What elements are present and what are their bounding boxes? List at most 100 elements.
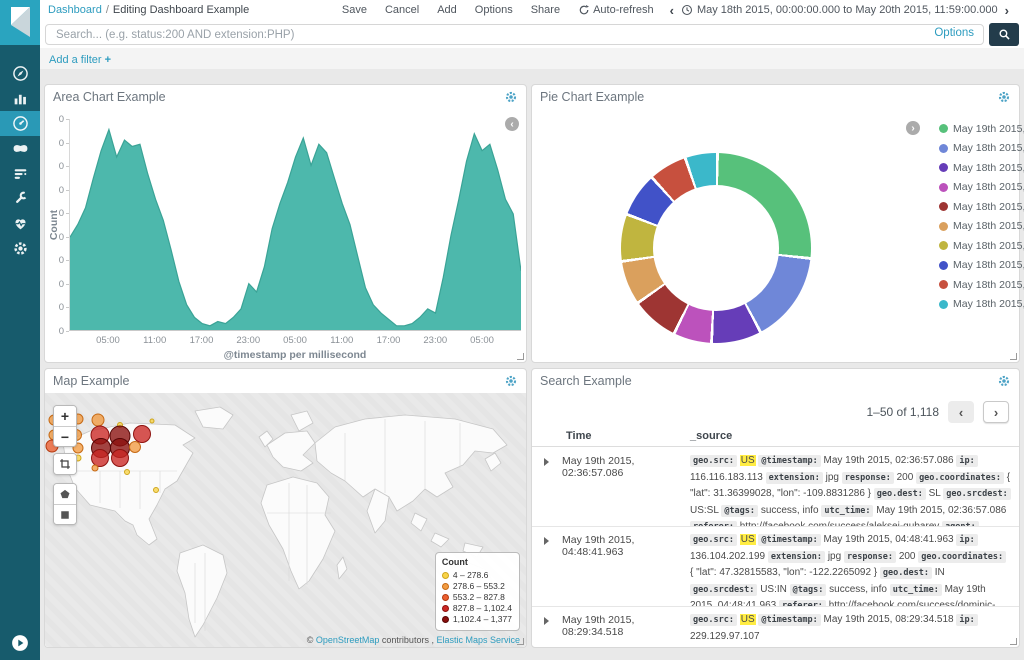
panel-resize-handle[interactable] [517, 353, 524, 360]
draw-rectangle-button[interactable] [54, 504, 76, 524]
legend-item[interactable]: May 18th 2015, 00:02... [939, 256, 1024, 276]
map-marker[interactable] [134, 426, 151, 443]
sidebar-item-management[interactable] [0, 236, 40, 261]
expand-caret-icon[interactable] [544, 458, 549, 466]
legend-label: May 18th 2015, 00:02... [953, 220, 1024, 232]
legend-item[interactable]: May 18th 2015, 00:03... [939, 295, 1024, 315]
menu-item-share[interactable]: Share [531, 4, 560, 16]
menu-item-add[interactable]: Add [437, 4, 457, 16]
map-marker[interactable] [150, 419, 154, 423]
next-page-button[interactable]: › [983, 401, 1009, 423]
map-marker[interactable] [112, 450, 129, 467]
donut-chart[interactable] [621, 153, 811, 343]
map-marker[interactable] [92, 465, 98, 471]
legend-item[interactable]: May 18th 2015, 00:00... [939, 158, 1024, 178]
expand-caret-icon[interactable] [544, 537, 549, 545]
field-badge: geo.srcdest: [690, 584, 757, 596]
openstreetmap-link[interactable]: OpenStreetMap [316, 635, 380, 645]
search-options-link[interactable]: Options [934, 27, 974, 39]
legend-item[interactable]: May 18th 2015, 00:02... [939, 236, 1024, 256]
legend-item[interactable]: May 18th 2015, 00:01... [939, 197, 1024, 217]
x-axis-tick-label: 11:00 [330, 335, 353, 346]
previous-page-button[interactable]: ‹ [948, 401, 974, 423]
panel-settings-gear-icon[interactable] [504, 90, 518, 104]
field-value: { "lat": 47.32815583, "lon": -122.226509… [690, 567, 877, 578]
sidebar-item-dashboard[interactable] [0, 111, 40, 136]
table-header: Time _source [532, 427, 1019, 447]
field-value: jpg [826, 472, 839, 483]
draw-polygon-button[interactable] [54, 484, 76, 504]
sidebar-item-dev-tools[interactable] [0, 186, 40, 211]
menu-item-cancel[interactable]: Cancel [385, 4, 419, 16]
map-marker[interactable] [92, 414, 104, 426]
legend-item[interactable]: May 18th 2015, 00:01... [939, 178, 1024, 198]
panel-settings-gear-icon[interactable] [997, 374, 1011, 388]
breadcrumb-dashboard-link[interactable]: Dashboard [48, 4, 102, 16]
zoom-out-button[interactable]: − [54, 426, 76, 446]
zoom-in-button[interactable]: + [54, 406, 76, 426]
pie-legend: May 19th 2015, 17:00...May 18th 2015, 17… [939, 119, 1024, 314]
map-marker[interactable] [130, 442, 141, 453]
map-marker[interactable] [125, 470, 130, 475]
legend-toggle-icon[interactable]: › [906, 121, 920, 135]
expand-caret-icon[interactable] [544, 617, 549, 625]
x-axis-tick-label: 17:00 [377, 335, 401, 346]
auto-refresh-button[interactable]: Auto-refresh [578, 4, 654, 16]
y-axis-tick-mark [66, 213, 69, 214]
field-value: May 19th 2015, 08:29:34.518 [824, 614, 954, 625]
panel-settings-gear-icon[interactable] [997, 90, 1011, 104]
search-submit-button[interactable] [989, 23, 1019, 46]
legend-item[interactable]: May 18th 2015, 00:02... [939, 275, 1024, 295]
x-axis-tick-label: 05:00 [283, 335, 307, 346]
legend-toggle-icon[interactable]: ‹ [505, 117, 519, 131]
sidebar-collapse-button[interactable] [11, 634, 29, 652]
sidebar-item-visualize[interactable] [0, 86, 40, 111]
legend-item[interactable]: May 18th 2015, 17:00... [939, 139, 1024, 159]
legend-color-dot [939, 124, 948, 133]
time-back-button[interactable]: ‹ [670, 3, 674, 18]
legend-color-dot [939, 163, 948, 172]
y-axis-tick-mark [66, 237, 69, 238]
x-axis-tick-label: 11:00 [143, 335, 166, 346]
panel-header: Search Example [532, 369, 1019, 393]
sidebar-item-logging[interactable] [0, 161, 40, 186]
legend-item[interactable]: May 18th 2015, 00:02... [939, 217, 1024, 237]
y-axis-tick-mark [66, 143, 69, 144]
field-value: 116.116.183.113 [690, 472, 763, 483]
elastic-maps-service-link[interactable]: Elastic Maps Service [436, 635, 520, 645]
map-marker[interactable] [154, 488, 159, 493]
time-forward-button[interactable]: › [1005, 3, 1009, 18]
panel-resize-handle[interactable] [1010, 638, 1017, 645]
panel-settings-gear-icon[interactable] [504, 374, 518, 388]
add-filter-link[interactable]: Add a filter + [49, 54, 111, 66]
map-marker[interactable] [92, 450, 109, 467]
search-bar: Options [40, 20, 1024, 48]
area-chart-plot[interactable] [69, 119, 521, 331]
field-badge: @tags: [790, 584, 827, 596]
sidebar-item-timelion[interactable] [0, 136, 40, 161]
map-legend: Count 4 – 278.6278.6 – 553.2553.2 – 827.… [435, 552, 520, 631]
time-picker[interactable]: May 18th 2015, 00:00:00.000 to May 20th … [681, 4, 998, 16]
map-legend-item: 827.8 – 1,102.4 [442, 603, 512, 614]
map-legend-item: 4 – 278.6 [442, 570, 512, 581]
legend-item[interactable]: May 19th 2015, 17:00... [939, 119, 1024, 139]
sidebar-item-monitoring[interactable] [0, 211, 40, 236]
field-badge: geo.src: [690, 534, 737, 546]
panel-resize-handle[interactable] [517, 638, 524, 645]
panel-resize-handle[interactable] [1010, 353, 1017, 360]
map-attribution: © OpenStreetMap contributors , Elastic M… [307, 635, 520, 645]
menu-item-save[interactable]: Save [342, 4, 367, 16]
map-zoom-controls: + − [53, 405, 77, 447]
kibana-logo[interactable] [0, 0, 40, 45]
menu-item-options[interactable]: Options [475, 4, 513, 16]
source-cell: geo.src: US @timestamp: May 19th 2015, 0… [690, 527, 1011, 607]
search-icon [998, 28, 1011, 41]
field-value: May 19th 2015, 04:48:41.963 [824, 534, 954, 545]
search-input[interactable] [45, 24, 984, 45]
fit-bounds-button[interactable] [54, 454, 76, 474]
panel-header: Map Example [45, 369, 526, 393]
legend-label: May 18th 2015, 00:03... [953, 298, 1024, 310]
field-badge: geo.coordinates: [918, 551, 1006, 563]
sidebar-item-discover[interactable] [0, 61, 40, 86]
legend-label: May 18th 2015, 00:02... [953, 259, 1024, 271]
